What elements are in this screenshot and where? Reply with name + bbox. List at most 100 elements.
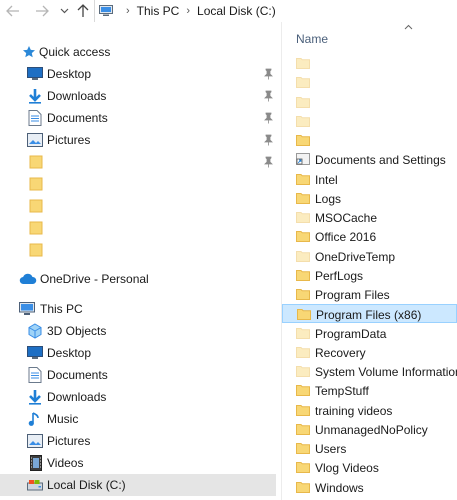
sidebar-item-documents[interactable]: Documents <box>0 364 276 386</box>
pin-icon[interactable] <box>262 134 274 146</box>
folder-icon <box>28 154 44 170</box>
folder-icon <box>28 220 44 236</box>
file-name: Windows <box>315 480 364 495</box>
shortcut-folder-icon <box>296 153 310 166</box>
file-row[interactable]: Program Files (x86) <box>282 304 457 324</box>
folder-icon <box>296 135 310 146</box>
folder-icon <box>296 115 310 127</box>
file-name: Recovery <box>315 345 366 360</box>
folder-icon <box>296 366 310 377</box>
sidebar-item-quick-access[interactable]: Quick access <box>0 41 276 63</box>
file-row[interactable] <box>282 73 457 92</box>
file-row[interactable]: OneDriveTemp <box>282 247 457 266</box>
pin-icon[interactable] <box>262 90 274 102</box>
forward-button[interactable] <box>33 2 51 20</box>
sidebar-item-folder[interactable] <box>0 151 276 173</box>
file-row[interactable]: System Volume Information <box>282 362 457 381</box>
pictures-icon <box>27 132 43 148</box>
column-header-name[interactable]: Name <box>282 22 457 56</box>
sidebar-item-desktop[interactable]: Desktop <box>0 63 276 85</box>
file-row[interactable]: MSOCache <box>282 208 457 227</box>
sidebar-item-3d-objects[interactable]: 3D Objects <box>0 320 276 342</box>
folder-icon <box>296 96 310 108</box>
folder-icon <box>296 58 310 69</box>
sidebar-item-pictures[interactable]: Pictures <box>0 129 276 151</box>
file-row[interactable]: Logs <box>282 189 457 208</box>
recent-locations-button[interactable] <box>58 2 70 20</box>
cloud-icon <box>19 271 37 287</box>
sidebar-item-desktop[interactable]: Desktop <box>0 342 276 364</box>
folder-icon <box>296 231 310 243</box>
sidebar-item-local-disk[interactable]: Local Disk (C:) <box>0 474 276 496</box>
file-row[interactable]: Documents and Settings <box>282 150 457 169</box>
file-row[interactable]: TempStuff <box>282 381 457 400</box>
file-row[interactable]: Users <box>282 439 457 458</box>
sidebar-item-folder[interactable] <box>0 195 276 217</box>
file-name: Intel <box>315 172 338 187</box>
sidebar-item-folder[interactable] <box>0 239 276 261</box>
sidebar-item-pictures[interactable]: Pictures <box>0 430 276 452</box>
breadcrumb-this-pc[interactable]: This PC <box>137 4 180 18</box>
file-row[interactable]: Program Files <box>282 285 457 304</box>
file-row[interactable]: ProgramData <box>282 324 457 343</box>
breadcrumb-local-disk[interactable]: Local Disk (C:) <box>197 4 276 18</box>
file-row[interactable]: Recovery <box>282 343 457 362</box>
file-name: Vlog Videos <box>315 461 379 476</box>
sidebar-item-downloads[interactable]: Downloads <box>0 386 276 408</box>
file-row[interactable] <box>282 93 457 112</box>
file-row[interactable]: Office 2016 <box>282 227 457 246</box>
sidebar-item-label: 3D Objects <box>47 324 107 338</box>
file-list: Name Documents and Settings Intel Logs MSOC… <box>282 22 457 500</box>
file-name: MSOCache <box>315 211 378 225</box>
documents-icon <box>27 367 43 383</box>
navigation-pane: Quick access Desktop Downloads Documents… <box>0 22 281 500</box>
back-button[interactable] <box>4 2 22 20</box>
sidebar-item-documents[interactable]: Documents <box>0 107 276 129</box>
file-row[interactable] <box>282 112 457 131</box>
file-name: System Volume Information <box>315 365 457 379</box>
file-name: training videos <box>315 403 393 418</box>
3d-objects-icon <box>27 323 43 339</box>
sidebar-item-videos[interactable]: Videos <box>0 452 276 474</box>
downloads-icon <box>27 88 43 104</box>
file-row[interactable]: Intel <box>282 170 457 189</box>
sort-ascending-icon <box>404 24 413 30</box>
file-name: Office 2016 <box>315 230 377 245</box>
file-row[interactable]: Windows <box>282 478 457 497</box>
sidebar-item-downloads[interactable]: Downloads <box>0 85 276 107</box>
sidebar-item-label: Downloads <box>47 89 107 103</box>
pin-icon[interactable] <box>262 156 274 168</box>
sidebar-item-onedrive[interactable]: OneDrive - Personal <box>0 268 276 290</box>
file-row[interactable] <box>282 131 457 150</box>
file-row[interactable]: training videos <box>282 401 457 420</box>
pin-icon[interactable] <box>262 112 274 124</box>
folder-icon <box>296 462 310 474</box>
sidebar-item-label: Desktop <box>47 67 92 81</box>
file-row[interactable]: PerfLogs <box>282 266 457 285</box>
sidebar-item-folder[interactable] <box>0 173 276 195</box>
arrow-up-icon <box>77 4 89 17</box>
up-button[interactable] <box>76 2 90 20</box>
address-bar[interactable]: › This PC › Local Disk (C:) <box>94 0 457 22</box>
sidebar-item-label: Music <box>47 412 79 426</box>
sidebar-item-label: OneDrive - Personal <box>40 272 149 286</box>
sidebar-item-this-pc[interactable]: This PC <box>0 298 276 320</box>
sidebar-item-label: Pictures <box>47 133 91 147</box>
videos-icon <box>28 455 44 471</box>
file-row[interactable]: Vlog Videos <box>282 458 457 477</box>
sidebar-item-folder[interactable] <box>0 217 276 239</box>
address-toolbar: › This PC › Local Disk (C:) <box>0 0 457 22</box>
file-row[interactable]: UnmanagedNoPolicy <box>282 420 457 439</box>
file-name: Program Files (x86) <box>316 308 422 323</box>
column-header-label: Name <box>296 32 329 46</box>
pin-icon[interactable] <box>262 68 274 80</box>
file-row[interactable] <box>282 54 457 73</box>
file-name: TempStuff <box>315 384 369 399</box>
breadcrumb-separator: › <box>186 5 191 17</box>
sidebar-item-label: Downloads <box>47 390 107 404</box>
music-icon <box>27 411 43 427</box>
folder-icon <box>296 250 310 262</box>
sidebar-item-music[interactable]: Music <box>0 408 276 430</box>
arrow-left-icon <box>6 5 19 17</box>
file-name: OneDriveTemp <box>315 249 396 264</box>
